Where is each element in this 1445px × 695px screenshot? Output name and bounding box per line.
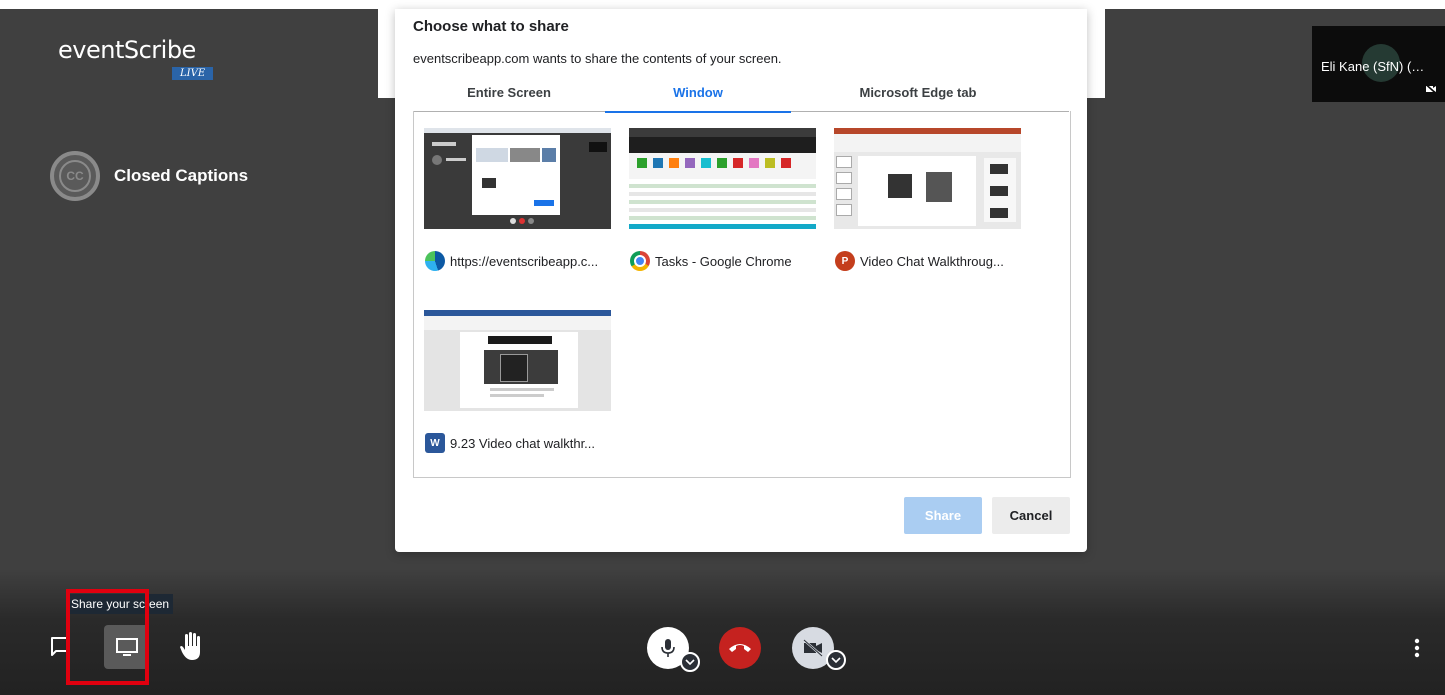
camera-off-icon <box>1425 84 1437 94</box>
more-vertical-icon <box>1414 638 1420 658</box>
closed-captions-toggle[interactable]: CC Closed Captions <box>50 151 248 201</box>
phone-hangup-icon <box>729 644 751 652</box>
share-screen-tooltip: Share your screen <box>67 594 174 614</box>
closed-captions-label: Closed Captions <box>114 166 249 185</box>
window-thumbnail <box>834 128 1021 229</box>
window-grid: https://eventscribeapp.c... Tasks - Goog… <box>413 111 1071 478</box>
tab-window[interactable]: Window <box>605 81 791 113</box>
dialog-subtitle: eventscribeapp.com wants to share the co… <box>413 51 782 66</box>
window-thumbnail <box>424 128 611 229</box>
share-button[interactable]: Share <box>904 497 982 534</box>
window-option[interactable]: W 9.23 Video chat walkthr... <box>414 293 611 458</box>
window-title: Video Chat Walkthroug... <box>860 253 1004 269</box>
camera-options-button[interactable] <box>826 650 846 670</box>
window-title: https://eventscribeapp.c... <box>450 253 599 269</box>
monitor-icon <box>115 638 138 656</box>
closed-captions-icon: CC <box>50 151 100 201</box>
participant-name: Eli Kane (SfN) (… <box>1321 59 1425 74</box>
hang-up-button[interactable] <box>719 627 761 669</box>
microphone-icon <box>661 639 675 657</box>
raise-hand-button[interactable] <box>178 632 204 667</box>
window-thumbnail <box>424 310 611 411</box>
chat-button[interactable] <box>50 636 70 663</box>
tab-entire-screen[interactable]: Entire Screen <box>413 81 605 111</box>
word-icon: W <box>425 433 445 453</box>
logo-live-badge: LIVE <box>172 67 214 80</box>
window-option[interactable]: P Video Chat Walkthroug... <box>824 111 1021 276</box>
window-title: 9.23 Video chat walkthr... <box>450 435 596 451</box>
share-screen-button[interactable] <box>104 625 149 669</box>
window-option[interactable]: Tasks - Google Chrome <box>619 111 816 276</box>
chevron-down-icon <box>685 659 695 666</box>
raise-hand-icon <box>180 632 200 660</box>
powerpoint-icon: P <box>835 251 855 271</box>
share-tabs: Entire Screen Window Microsoft Edge tab <box>413 81 1069 113</box>
share-screen-dialog: Choose what to share eventscribeapp.com … <box>395 9 1087 552</box>
chat-icon <box>51 637 69 656</box>
more-options-button[interactable] <box>1412 637 1422 664</box>
edge-icon <box>425 251 445 271</box>
tab-microsoft-edge[interactable]: Microsoft Edge tab <box>791 81 1045 111</box>
cancel-button[interactable]: Cancel <box>992 497 1070 534</box>
window-thumbnail <box>629 128 816 229</box>
bottom-shade <box>0 569 1445 695</box>
chevron-down-icon <box>831 657 841 664</box>
microphone-options-button[interactable] <box>680 652 700 672</box>
dialog-title: Choose what to share <box>413 18 569 35</box>
eventscribe-logo: eventScribe LIVE <box>58 36 214 80</box>
chrome-icon <box>630 251 650 271</box>
window-title: Tasks - Google Chrome <box>655 253 792 269</box>
logo-text: eventScribe <box>58 36 196 64</box>
window-option[interactable]: https://eventscribeapp.c... <box>414 111 611 276</box>
participant-tile[interactable]: Eli Kane (SfN) (… <box>1312 26 1445 102</box>
camera-off-icon <box>803 639 823 657</box>
